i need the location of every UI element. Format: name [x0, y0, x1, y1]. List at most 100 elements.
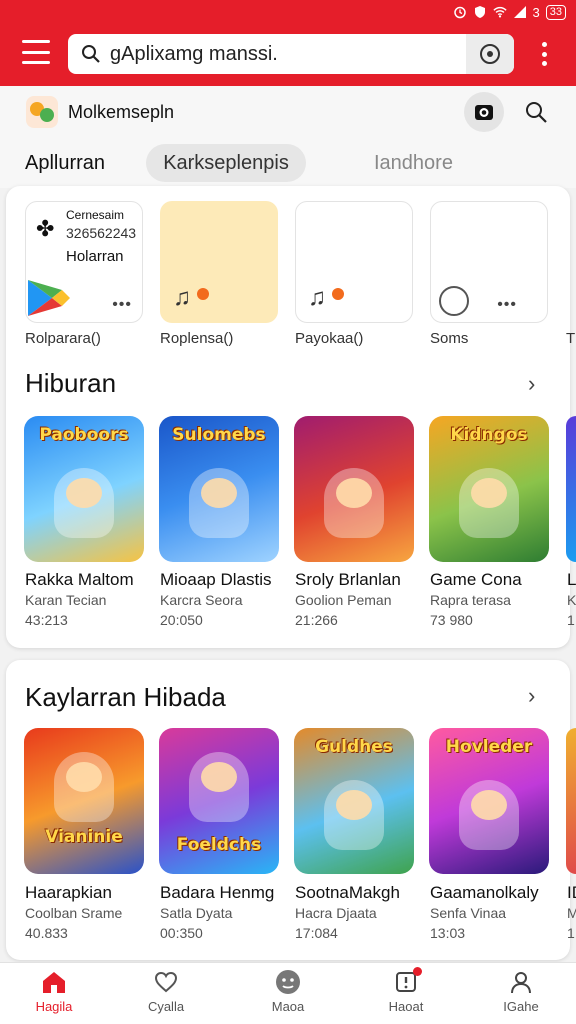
game-developer: Karan Tecian: [25, 592, 107, 608]
battery-icon: 33: [545, 4, 566, 20]
game-developer: Senfa Vinaa: [430, 905, 507, 921]
notification-icon: [392, 967, 422, 995]
game-value: 73 980: [430, 612, 473, 628]
search-icon: [80, 43, 102, 65]
game-name[interactable]: Gaamanolkaly: [430, 883, 539, 903]
game-art-title: Foeldchs: [176, 835, 262, 855]
quick-label: Soms: [430, 330, 469, 347]
tab-apllurran[interactable]: Apllurran: [25, 144, 105, 182]
nav-label: Cyalla: [147, 999, 185, 1014]
quick-tile[interactable]: •••: [430, 201, 548, 323]
notification-badge: [413, 967, 422, 976]
game-developer: Goolion Peman: [295, 592, 392, 608]
game-art-title: Kidngos: [450, 425, 528, 445]
game-value: 17:084: [295, 925, 338, 941]
wifi-icon: [492, 5, 507, 19]
game-name[interactable]: SootnaMakgh: [295, 883, 400, 903]
game-art-title: Paoboors: [39, 425, 129, 445]
overflow-menu-button[interactable]: [540, 42, 548, 66]
game-art-title: Vianinie: [45, 827, 123, 847]
scan-button[interactable]: [464, 92, 504, 132]
profile-icon: [507, 969, 535, 995]
app-name: Molkemsepln: [68, 102, 175, 122]
tile-subtitle: Holarran: [66, 248, 124, 265]
alarm-icon: [453, 5, 467, 19]
app-logo-icon: [26, 96, 58, 128]
game-developer: M: [567, 905, 576, 921]
game-thumbnail[interactable]: Foeldchs: [159, 728, 279, 874]
game-developer: Coolban Srame: [25, 905, 123, 921]
game-thumbnail[interactable]: Vianinie: [24, 728, 144, 874]
game-thumbnail[interactable]: [566, 416, 576, 562]
signal-icon: [513, 5, 527, 19]
game-value: 20:050: [160, 612, 203, 628]
search-bar[interactable]: gAplixamg manssi.: [68, 34, 514, 74]
play-store-icon: [28, 280, 70, 316]
game-name[interactable]: Mioaap Dlastis: [160, 570, 272, 590]
game-name[interactable]: Haarapkian: [25, 883, 112, 903]
section-title: Hiburan: [25, 368, 117, 398]
gamepad-icon: [439, 286, 469, 316]
nav-item-favorites[interactable]: Cyalla: [126, 969, 206, 1023]
music-note-icon: ♫: [308, 284, 326, 311]
arrow-right-icon[interactable]: ›: [528, 372, 552, 396]
game-name[interactable]: Badara Henmg: [160, 883, 274, 903]
game-developer: Rapra terasa: [430, 592, 511, 608]
shield-icon: [473, 5, 487, 19]
search-button[interactable]: [522, 98, 550, 126]
game-developer: Satla Dyata: [160, 905, 233, 921]
game-name[interactable]: Sroly Brlanlan: [295, 570, 401, 590]
tab-karkseplenpis[interactable]: Karkseplenpis: [146, 144, 306, 182]
game-thumbnail[interactable]: Hovleder: [429, 728, 549, 874]
top-bar: 3 33 gAplixamg manssi.: [0, 0, 576, 86]
game-thumbnail[interactable]: Sulomebs: [159, 416, 279, 562]
game-value: 13:03: [430, 925, 466, 941]
game-value: 40.833: [25, 925, 68, 941]
quick-tile[interactable]: ♫: [295, 201, 413, 323]
quick-label: Rolparara(): [25, 330, 101, 347]
game-name[interactable]: Rakka Maltom: [25, 570, 134, 590]
game-developer: K: [567, 592, 576, 608]
more-icon[interactable]: •••: [497, 296, 517, 314]
nav-item-notifications[interactable]: Haoat: [366, 967, 446, 1023]
game-name[interactable]: L: [567, 570, 576, 590]
game-name[interactable]: Game Cona: [430, 570, 522, 590]
nav-label: Maoa: [271, 999, 305, 1014]
quick-tile[interactable]: ♫: [160, 201, 278, 323]
game-value: 21:266: [295, 612, 338, 628]
lens-button[interactable]: [466, 34, 514, 74]
game-thumbnail[interactable]: Kidngos: [429, 416, 549, 562]
nav-label: Hagila: [35, 999, 73, 1014]
more-icon[interactable]: •••: [112, 296, 132, 314]
game-value: 1: [567, 925, 575, 941]
notification-dot: [197, 288, 209, 300]
game-thumbnail[interactable]: Guldhes: [294, 728, 414, 874]
game-value: 00:350: [160, 925, 203, 941]
search-icon: [526, 102, 547, 123]
menu-button[interactable]: [22, 40, 50, 64]
game-thumbnail[interactable]: Paoboors: [24, 416, 144, 562]
quick-label: Roplensa(): [160, 330, 234, 347]
arrow-right-icon[interactable]: ›: [528, 684, 552, 708]
game-thumbnail[interactable]: [566, 728, 576, 874]
app-header: Molkemsepln: [0, 86, 576, 138]
game-art-title: Sulomebs: [172, 425, 266, 445]
lens-icon: [480, 44, 500, 64]
home-icon: [40, 969, 68, 995]
nav-item-home[interactable]: Hagila: [14, 969, 94, 1023]
nav-item-profile[interactable]: IGahe: [481, 969, 561, 1023]
nav-item-games[interactable]: Maoa: [248, 969, 328, 1023]
puzzle-icon: ✤: [36, 216, 55, 241]
face-icon: [274, 969, 302, 995]
status-bar: 3 33: [453, 2, 566, 22]
search-input[interactable]: gAplixamg manssi.: [110, 43, 466, 66]
game-thumbnail[interactable]: [294, 416, 414, 562]
nav-label: Haoat: [388, 999, 424, 1014]
tab-iandhore[interactable]: Iandhore: [374, 144, 453, 182]
game-value: 43:213: [25, 612, 68, 628]
game-developer: Karcra Seora: [160, 592, 243, 608]
battery-level: 3: [532, 4, 540, 20]
game-name[interactable]: ID: [567, 883, 576, 903]
quick-label: Payokaa(): [295, 330, 364, 347]
quick-tile[interactable]: ✤ Cernesaim 326562243 Holarran •••: [25, 201, 143, 323]
